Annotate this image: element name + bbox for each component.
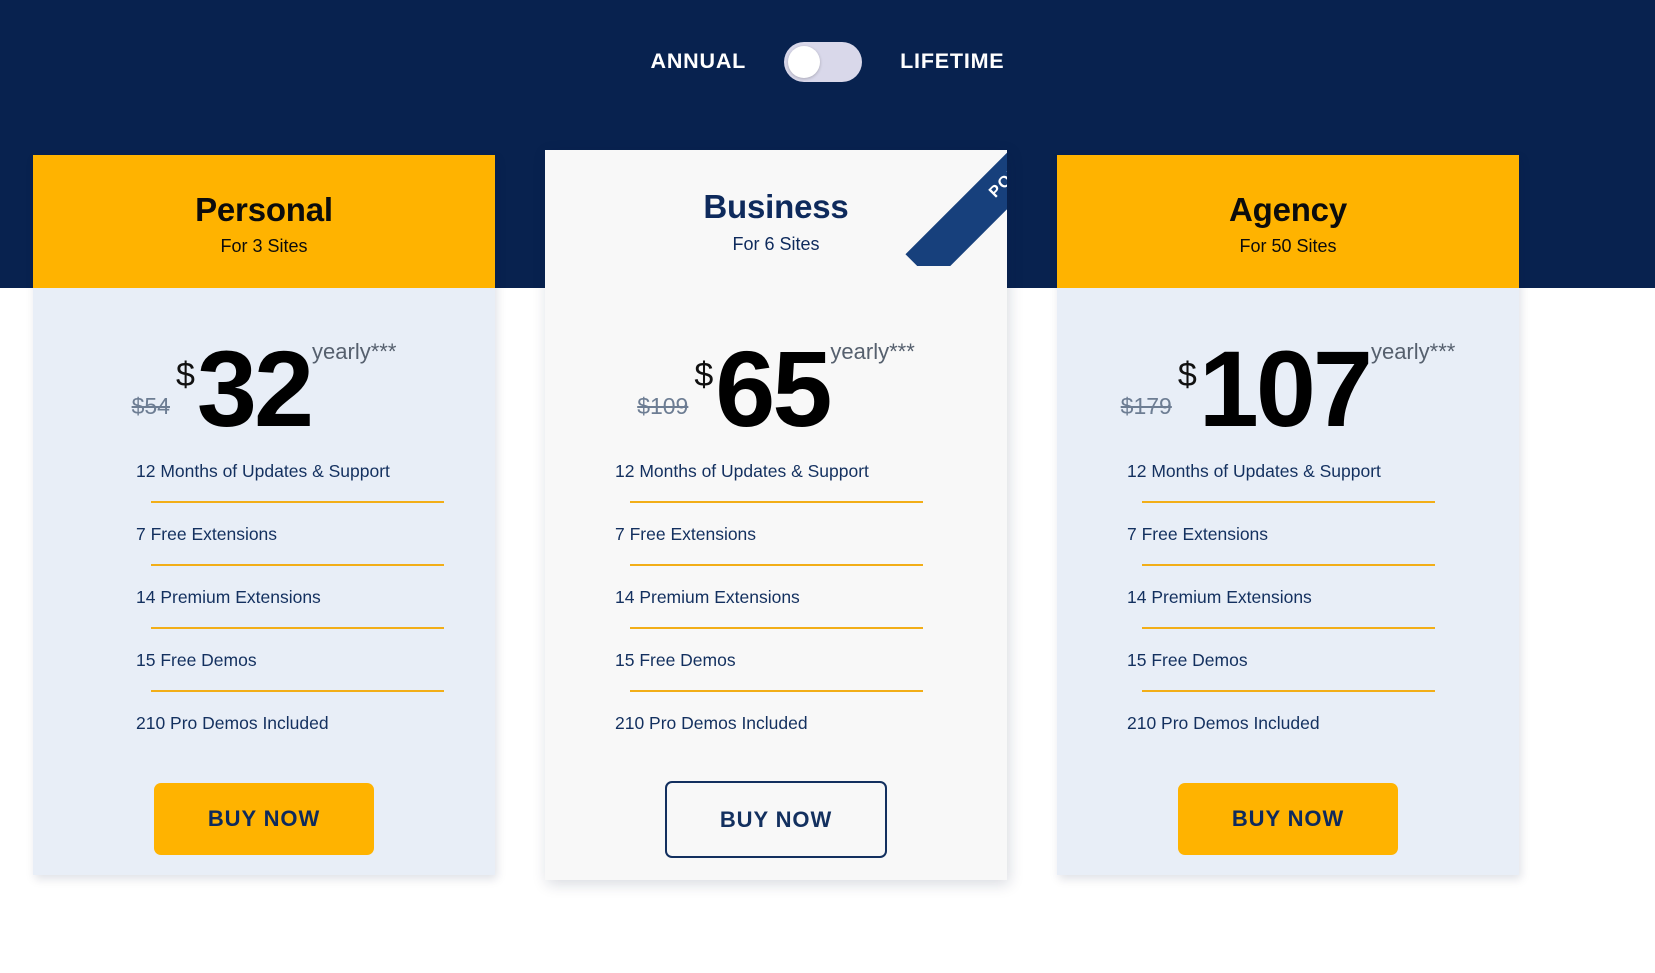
billing-toggle-knob[interactable] (788, 46, 821, 78)
plan-name: Business (703, 188, 849, 226)
buy-now-button[interactable]: BUY NOW (1178, 783, 1398, 855)
price-amount: 107 (1198, 327, 1373, 449)
plan-sites: For 3 Sites (220, 236, 308, 257)
feature-list: 12 Months of Updates & Support 7 Free Ex… (545, 440, 1007, 755)
feature-list: 12 Months of Updates & Support 7 Free Ex… (1057, 440, 1519, 755)
old-price: $54 (131, 393, 170, 419)
price-period: yearly*** (830, 339, 915, 364)
popular-ribbon: POPULAR (891, 150, 1007, 266)
card-header-agency: Agency For 50 Sites (1057, 155, 1519, 288)
currency-symbol: $ (175, 356, 195, 394)
card-header-business: Business For 6 Sites POPULAR (545, 150, 1007, 288)
list-item: 14 Premium Extensions (1127, 566, 1435, 629)
pricing-page: ANNUAL LIFETIME Personal For 3 Sites $54… (0, 0, 1655, 973)
feature-label: 15 Free Demos (1127, 650, 1248, 670)
price-block: $54 $ 32 yearly*** (33, 288, 495, 449)
currency-symbol: $ (1177, 356, 1197, 394)
list-item: 12 Months of Updates & Support (136, 440, 444, 503)
list-item: 7 Free Extensions (1127, 503, 1435, 566)
list-item: 15 Free Demos (615, 629, 923, 692)
price-block: $109 $ 65 yearly*** (545, 288, 1007, 449)
pricing-card-business: Business For 6 Sites POPULAR $109 $ 65 y… (545, 150, 1007, 880)
feature-label: 12 Months of Updates & Support (1127, 461, 1381, 481)
billing-toggle-switch[interactable] (784, 42, 863, 82)
feature-label: 12 Months of Updates & Support (136, 461, 390, 481)
plan-sites: For 50 Sites (1239, 236, 1337, 257)
feature-label: 7 Free Extensions (615, 524, 757, 544)
feature-list: 12 Months of Updates & Support 7 Free Ex… (33, 440, 495, 755)
price-amount: 32 (196, 327, 314, 449)
feature-label: 14 Premium Extensions (1127, 587, 1312, 607)
card-header-personal: Personal For 3 Sites (33, 155, 495, 288)
billing-toggle: ANNUAL LIFETIME (0, 38, 1655, 86)
list-item: 7 Free Extensions (136, 503, 444, 566)
billing-toggle-annual-label[interactable]: ANNUAL (651, 51, 747, 73)
cta-wrap: BUY NOW (545, 781, 1007, 858)
list-item: 15 Free Demos (1127, 629, 1435, 692)
old-price: $179 (1120, 393, 1172, 419)
feature-label: 7 Free Extensions (1127, 524, 1269, 544)
price-amount: 65 (715, 327, 832, 449)
popular-ribbon-label: POPULAR (986, 150, 1007, 202)
pricing-card-agency: Agency For 50 Sites $179 $ 107 yearly***… (1057, 155, 1519, 875)
price-period: yearly*** (312, 339, 397, 364)
list-item: 7 Free Extensions (615, 503, 923, 566)
price-block: $179 $ 107 yearly*** (1057, 288, 1519, 449)
list-item: 12 Months of Updates & Support (615, 440, 923, 503)
plan-name: Agency (1228, 190, 1347, 228)
billing-toggle-lifetime-label[interactable]: LIFETIME (900, 51, 1004, 73)
list-item: 14 Premium Extensions (615, 566, 923, 629)
feature-label: 7 Free Extensions (136, 524, 278, 544)
pricing-card-personal: Personal For 3 Sites $54 $ 32 yearly*** … (33, 155, 495, 875)
list-item: 210 Pro Demos Included (1127, 692, 1435, 755)
buy-now-button[interactable]: BUY NOW (154, 783, 374, 855)
list-item: 14 Premium Extensions (136, 566, 444, 629)
price-period: yearly*** (1370, 339, 1456, 364)
plan-name: Personal (195, 190, 333, 228)
list-item: 210 Pro Demos Included (615, 692, 923, 755)
cta-wrap: BUY NOW (33, 783, 495, 855)
old-price: $109 (637, 393, 689, 419)
cta-wrap: BUY NOW (1057, 783, 1519, 855)
feature-label: 210 Pro Demos Included (136, 713, 329, 733)
feature-label: 12 Months of Updates & Support (615, 461, 869, 481)
feature-label: 14 Premium Extensions (615, 587, 800, 607)
plan-sites: For 6 Sites (732, 233, 820, 254)
list-item: 12 Months of Updates & Support (1127, 440, 1435, 503)
currency-symbol: $ (694, 356, 714, 394)
feature-label: 15 Free Demos (136, 650, 257, 670)
list-item: 15 Free Demos (136, 629, 444, 692)
feature-label: 14 Premium Extensions (136, 587, 321, 607)
list-item: 210 Pro Demos Included (136, 692, 444, 755)
feature-label: 210 Pro Demos Included (1127, 713, 1320, 733)
feature-label: 15 Free Demos (615, 650, 736, 670)
buy-now-button[interactable]: BUY NOW (665, 781, 887, 858)
feature-label: 210 Pro Demos Included (615, 713, 808, 733)
